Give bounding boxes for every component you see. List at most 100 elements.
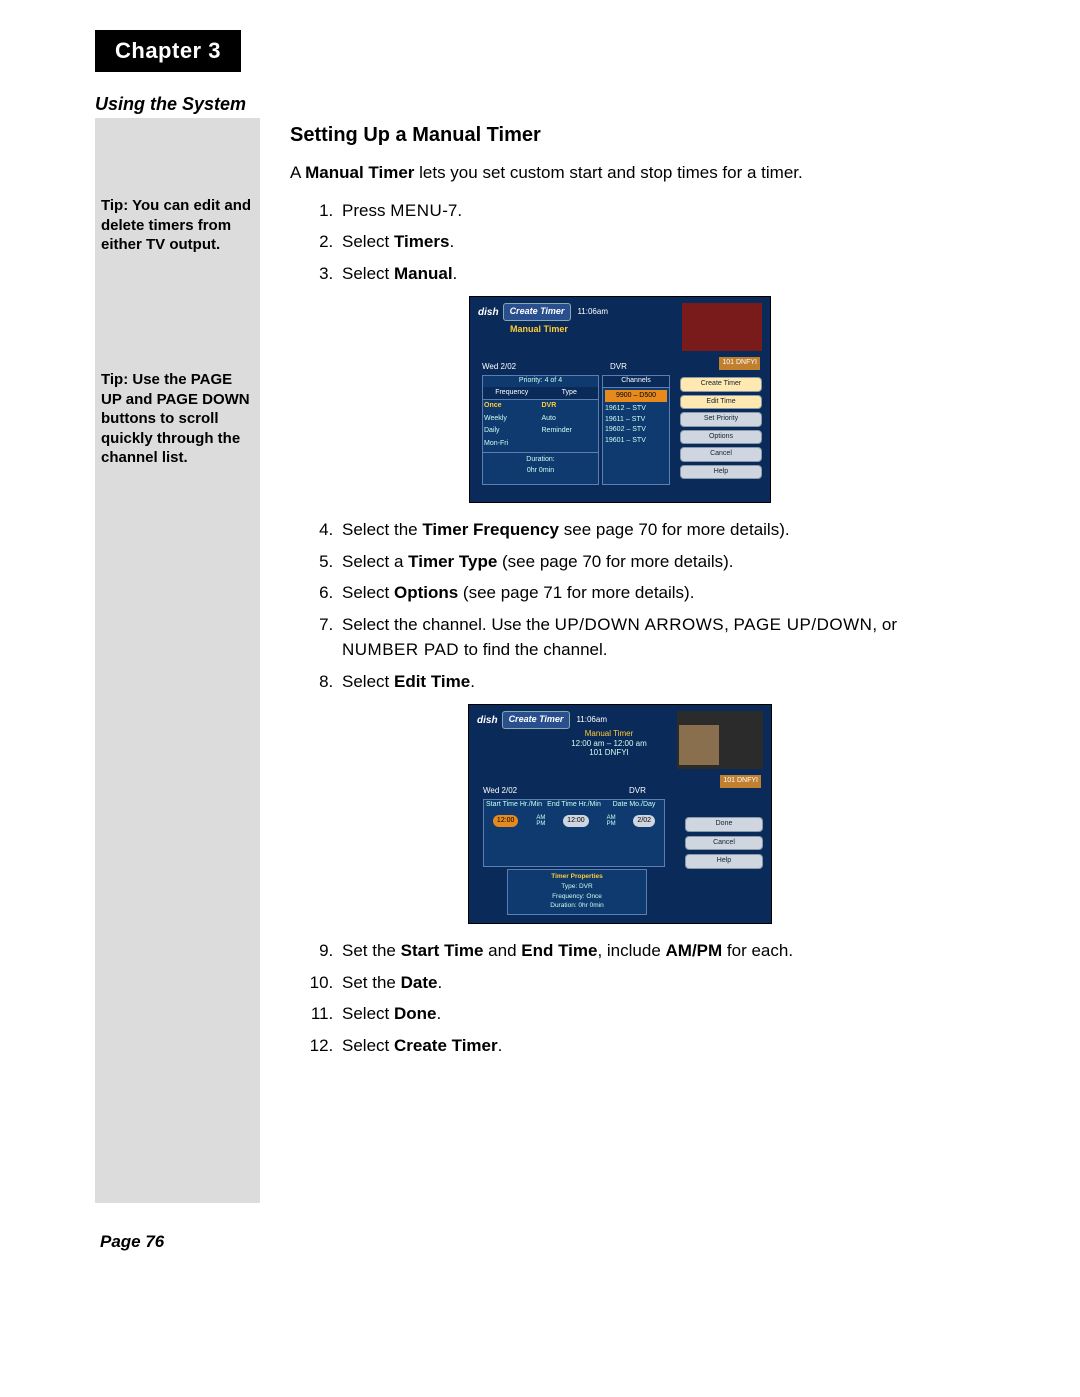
intro-paragraph: A Manual Timer lets you set custom start… <box>290 160 950 186</box>
dish-logo-2: dish <box>477 713 498 728</box>
ss1-preview <box>682 303 762 351</box>
step-12-pre: Select <box>342 1036 394 1055</box>
ss2-sub-l3: 101 DNFYI <box>529 748 689 758</box>
step-1-pre: Press <box>342 201 390 220</box>
ss1-buttons: Create Timer Edit Time Set Priority Opti… <box>680 377 762 479</box>
step-4-bold: Timer Frequency <box>422 520 559 539</box>
step-2-pre: Select <box>342 232 394 251</box>
ss1-title: Create Timer <box>503 303 572 321</box>
tip-edit-delete: Tip: You can edit and delete timers from… <box>101 196 255 255</box>
ss2-preview-inset <box>679 725 719 765</box>
step-9-mid2: , include <box>597 941 665 960</box>
ss1-channels-header: Channels <box>603 376 669 388</box>
content-column: Setting Up a Manual Timer A Manual Timer… <box>290 120 950 1064</box>
step-5: Select a Timer Type (see page 70 for mor… <box>338 549 950 575</box>
ss2-end-time[interactable]: 12:00 <box>563 815 589 828</box>
step-5-bold: Timer Type <box>408 552 497 571</box>
ss2-times-panel: Start Time Hr./Min End Time Hr./Min Date… <box>483 799 665 867</box>
step-9: Set the Start Time and End Time, include… <box>338 938 950 964</box>
step-1-post: -7. <box>442 201 462 220</box>
step-3-bold: Manual <box>394 264 453 283</box>
ss1-btn-create-timer[interactable]: Create Timer <box>680 377 762 392</box>
step-8: Select Edit Time. <box>338 669 950 695</box>
ss1-freq-once[interactable]: Once <box>483 400 541 413</box>
step-11: Select Done. <box>338 1001 950 1027</box>
ss2-props-type: Type: DVR <box>512 882 642 892</box>
step-list: Press MENU-7. Select Timers. Select Manu… <box>290 198 950 287</box>
ss2-start-time[interactable]: 12:00 <box>493 815 519 828</box>
step-7-sc3: NUMBER PAD <box>342 640 459 659</box>
step-3-pre: Select <box>342 264 394 283</box>
ss2-dvr-label: DVR <box>629 785 646 797</box>
ss1-channel-3[interactable]: 19602 – STV <box>603 425 669 436</box>
step-7-sc1: UP/DOWN ARROWS <box>555 615 724 634</box>
ss2-timer-properties: Timer Properties Type: DVR Frequency: On… <box>507 869 647 915</box>
ss2-preview-channel: 101 DNFYI <box>720 775 761 788</box>
step-7-mid1: , <box>724 615 733 634</box>
ss1-channel-4[interactable]: 19601 – STV <box>603 436 669 447</box>
ss1-colheads: Frequency Type <box>483 387 598 401</box>
step-9-pre: Set the <box>342 941 401 960</box>
ss1-type-auto[interactable]: Auto <box>541 413 599 426</box>
ss1-type-reminder[interactable]: Reminder <box>541 425 599 438</box>
ss2-btn-help[interactable]: Help <box>685 854 763 869</box>
ss1-preview-channel: 101 DNFYI <box>719 357 760 370</box>
ss1-channel-1[interactable]: 19612 – STV <box>603 404 669 415</box>
ss1-channel-selected[interactable]: 9900 – D500 <box>605 390 667 403</box>
step-7: Select the channel. Use the UP/DOWN ARRO… <box>338 612 950 663</box>
ss1-freq-monfri[interactable]: Mon-Fri <box>483 438 541 451</box>
step-10-pre: Set the <box>342 973 401 992</box>
step-list-cont1: Select the Timer Frequency see page 70 f… <box>290 517 950 694</box>
ss1-subtitle: Manual Timer <box>510 323 568 337</box>
ss1-btn-help[interactable]: Help <box>680 465 762 480</box>
ss2-end-ampm[interactable]: AMPM <box>607 815 616 827</box>
ss2-start-ampm[interactable]: AMPM <box>536 815 545 827</box>
ss2-btn-done[interactable]: Done <box>685 817 763 832</box>
ss2-btn-cancel[interactable]: Cancel <box>685 836 763 851</box>
step-12-post: . <box>498 1036 503 1055</box>
ss2-date-value[interactable]: 2/02 <box>633 815 655 828</box>
step-5-pre: Select a <box>342 552 408 571</box>
ss1-channels-panel: Channels 9900 – D500 19612 – STV 19611 –… <box>602 375 670 485</box>
step-9-post: for each. <box>722 941 793 960</box>
ss2-end-pm: PM <box>607 821 616 827</box>
step-6-post: (see page 71 for more details). <box>458 583 694 602</box>
step-9-mid1: and <box>483 941 521 960</box>
ss1-btn-edit-time[interactable]: Edit Time <box>680 395 762 410</box>
step-2-bold: Timers <box>394 232 449 251</box>
ss1-priority: Priority: 4 of 4 <box>483 376 598 387</box>
intro-bold: Manual Timer <box>305 163 414 182</box>
ss2-date: Wed 2/02 <box>483 785 517 797</box>
step-7-mid2: , or <box>872 615 897 634</box>
ss1-freq-weekly[interactable]: Weekly <box>483 413 541 426</box>
ss2-subtitle: Manual Timer 12:00 am – 12:00 am 101 DNF… <box>529 729 689 758</box>
step-4-pre: Select the <box>342 520 422 539</box>
ss2-title: Create Timer <box>502 711 571 729</box>
intro-post: lets you set custom start and stop times… <box>414 163 802 182</box>
ss2-values-row: 12:00 AMPM 12:00 AMPM 2/02 <box>484 815 664 828</box>
step-8-bold: Edit Time <box>394 672 470 691</box>
ss2-props-freq: Frequency: Once <box>512 892 642 902</box>
ss1-btn-set-priority[interactable]: Set Priority <box>680 412 762 427</box>
tip-page-up-down: Tip: Use the PAGE UP and PAGE DOWN butto… <box>101 370 255 468</box>
step-4: Select the Timer Frequency see page 70 f… <box>338 517 950 543</box>
ss1-col-type: Type <box>541 387 599 400</box>
ss1-date: Wed 2/02 <box>482 361 516 373</box>
ss2-col-end: End Time Hr./Min <box>544 800 604 811</box>
ss1-time: 11:06am <box>577 306 608 318</box>
ss1-freq-daily[interactable]: Daily <box>483 425 541 438</box>
step-7-post: to find the channel. <box>459 640 607 659</box>
ss1-duration-label: Duration: <box>526 456 554 463</box>
step-6: Select Options (see page 71 for more det… <box>338 580 950 606</box>
ss1-freq-type-panel: Priority: 4 of 4 Frequency Type OnceDVR … <box>482 375 599 485</box>
heading: Setting Up a Manual Timer <box>290 120 950 150</box>
ss2-props-dur: Duration: 0hr 0min <box>512 901 642 911</box>
ss1-btn-cancel[interactable]: Cancel <box>680 447 762 462</box>
ss1-btn-options[interactable]: Options <box>680 430 762 445</box>
sidebar: Tip: You can edit and delete timers from… <box>95 118 260 1203</box>
screenshot-create-timer-channels: dish Create Timer 11:06am Manual Timer 1… <box>469 296 771 503</box>
ss1-channel-2[interactable]: 19611 – STV <box>603 415 669 426</box>
ss1-type-dvr[interactable]: DVR <box>541 400 599 413</box>
ss2-sub-l1: Manual Timer <box>529 729 689 739</box>
step-1: Press MENU-7. <box>338 198 950 224</box>
